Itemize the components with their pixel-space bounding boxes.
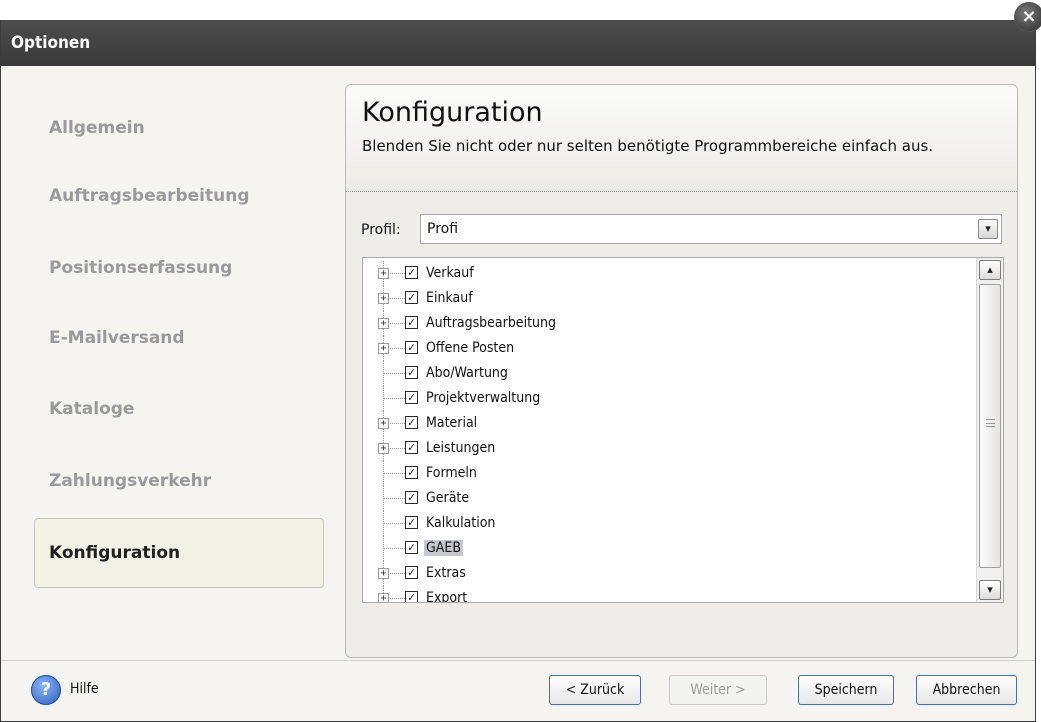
chevron-down-icon[interactable]: ▾: [978, 219, 998, 239]
tree-item[interactable]: + ✓ Verkauf: [363, 261, 963, 286]
tree-connector-line: [383, 398, 405, 399]
expand-icon[interactable]: +: [378, 343, 389, 354]
next-button: Weiter >: [669, 675, 767, 705]
save-button[interactable]: Speichern: [798, 675, 894, 705]
sidebar-item-positionserfassung[interactable]: Positionserfassung: [49, 258, 232, 278]
profil-label: Profil:: [361, 222, 401, 238]
program-areas-tree[interactable]: + ✓ Verkauf + ✓ Einkauf + ✓ Auftragsbearbeitung +…: [362, 257, 1004, 603]
dialog-titlebar: Optionen: [1, 20, 1035, 66]
back-button[interactable]: < Zurück: [549, 675, 641, 705]
scroll-down-button[interactable]: ▾: [979, 580, 1001, 600]
tree-connector-line: [383, 498, 405, 499]
tree-item-checkbox[interactable]: ✓: [405, 341, 418, 354]
expand-icon[interactable]: +: [378, 318, 389, 329]
tree-item-label: Export: [426, 590, 468, 603]
cancel-button[interactable]: Abbrechen: [916, 675, 1017, 705]
tree-item-checkbox[interactable]: ✓: [405, 416, 418, 429]
tree-item[interactable]: + ✓ Export: [363, 586, 963, 603]
tree-connector-line: [383, 523, 405, 524]
tree-scrollbar[interactable]: ▴ ▾: [976, 258, 1003, 602]
tree-item-checkbox[interactable]: ✓: [405, 466, 418, 479]
tree-item-label: Formeln: [426, 465, 477, 481]
sidebar-item-auftragsbearbeitung[interactable]: Auftragsbearbeitung: [49, 186, 250, 206]
tree-item[interactable]: + ✓ Leistungen: [363, 436, 963, 461]
tree-item[interactable]: ✓ GAEB: [363, 536, 963, 561]
tree-item-checkbox[interactable]: ✓: [405, 541, 418, 554]
tree-item-checkbox[interactable]: ✓: [405, 291, 418, 304]
tree-connector-line: [383, 548, 405, 549]
tree-item-label: Leistungen: [426, 440, 496, 456]
tree-item-checkbox[interactable]: ✓: [405, 366, 418, 379]
tree-item-label: Kalkulation: [426, 515, 496, 531]
sidebar-item-allgemein[interactable]: Allgemein: [49, 118, 145, 138]
close-icon[interactable]: ×: [1014, 2, 1041, 32]
tree-item-label: Geräte: [426, 490, 470, 506]
tree-connector-line: [383, 473, 405, 474]
options-sidebar: Allgemein Auftragsbearbeitung Positionse…: [1, 66, 341, 660]
help-link[interactable]: Hilfe: [70, 681, 99, 697]
sidebar-item-konfiguration[interactable]: Konfiguration: [34, 518, 324, 588]
sidebar-item-e-mailversand[interactable]: E-Mailversand: [49, 328, 185, 348]
tree-item-checkbox[interactable]: ✓: [405, 566, 418, 579]
tree-item-label: Material: [426, 415, 478, 431]
sidebar-item-zahlungsverkehr[interactable]: Zahlungsverkehr: [49, 471, 211, 491]
tree-connector-line: [383, 373, 405, 374]
page-title: Konfiguration: [362, 97, 543, 128]
tree-item[interactable]: ✓ Formeln: [363, 461, 963, 486]
panel-header: Konfiguration Blenden Sie nicht oder nur…: [346, 85, 1017, 192]
tree-item[interactable]: + ✓ Auftragsbearbeitung: [363, 311, 963, 336]
tree-item[interactable]: ✓ Projektverwaltung: [363, 386, 963, 411]
profil-selected-value: Profi: [427, 221, 459, 237]
tree-item-label: Verkauf: [426, 265, 474, 281]
tree-item[interactable]: ✓ Geräte: [363, 486, 963, 511]
tree-item[interactable]: + ✓ Einkauf: [363, 286, 963, 311]
expand-icon[interactable]: +: [378, 293, 389, 304]
tree-item[interactable]: ✓ Kalkulation: [363, 511, 963, 536]
tree-item-checkbox[interactable]: ✓: [405, 266, 418, 279]
dialog-title: Optionen: [11, 33, 91, 53]
tree-item[interactable]: + ✓ Extras: [363, 561, 963, 586]
scroll-up-button[interactable]: ▴: [979, 260, 1001, 280]
tree-item[interactable]: ✓ Abo/Wartung: [363, 361, 963, 386]
tree-item-label: GAEB: [424, 540, 463, 556]
tree-item-checkbox[interactable]: ✓: [405, 591, 418, 602]
tree-item-checkbox[interactable]: ✓: [405, 491, 418, 504]
scroll-thumb[interactable]: [979, 284, 1001, 568]
tree-item-label: Projektverwaltung: [426, 390, 541, 406]
grip-icon: [986, 419, 995, 427]
help-icon[interactable]: ?: [31, 675, 61, 705]
tree-item-checkbox[interactable]: ✓: [405, 516, 418, 529]
sidebar-item-kataloge[interactable]: Kataloge: [49, 399, 134, 419]
tree-item-label: Abo/Wartung: [426, 365, 508, 381]
expand-icon[interactable]: +: [378, 443, 389, 454]
profil-select[interactable]: Profi ▾: [420, 214, 1002, 244]
tree-item-label: Einkauf: [426, 290, 473, 306]
expand-icon[interactable]: +: [378, 568, 389, 579]
tree-item-label: Extras: [426, 565, 466, 581]
tree-item[interactable]: + ✓ Offene Posten: [363, 336, 963, 361]
expand-icon[interactable]: +: [378, 593, 389, 602]
footer-divider: [1, 660, 1035, 661]
page-description: Blenden Sie nicht oder nur selten benöti…: [362, 137, 934, 155]
tree-item-checkbox[interactable]: ✓: [405, 316, 418, 329]
tree-item-label: Offene Posten: [426, 340, 515, 356]
expand-icon[interactable]: +: [378, 418, 389, 429]
tree-item-checkbox[interactable]: ✓: [405, 391, 418, 404]
tree-item-checkbox[interactable]: ✓: [405, 441, 418, 454]
expand-icon[interactable]: +: [378, 268, 389, 279]
options-dialog: Optionen Allgemein Auftragsbearbeitung P…: [0, 20, 1036, 722]
tree-item[interactable]: + ✓ Material: [363, 411, 963, 436]
configuration-panel: Konfiguration Blenden Sie nicht oder nur…: [345, 84, 1018, 658]
tree-item-label: Auftragsbearbeitung: [426, 315, 556, 331]
